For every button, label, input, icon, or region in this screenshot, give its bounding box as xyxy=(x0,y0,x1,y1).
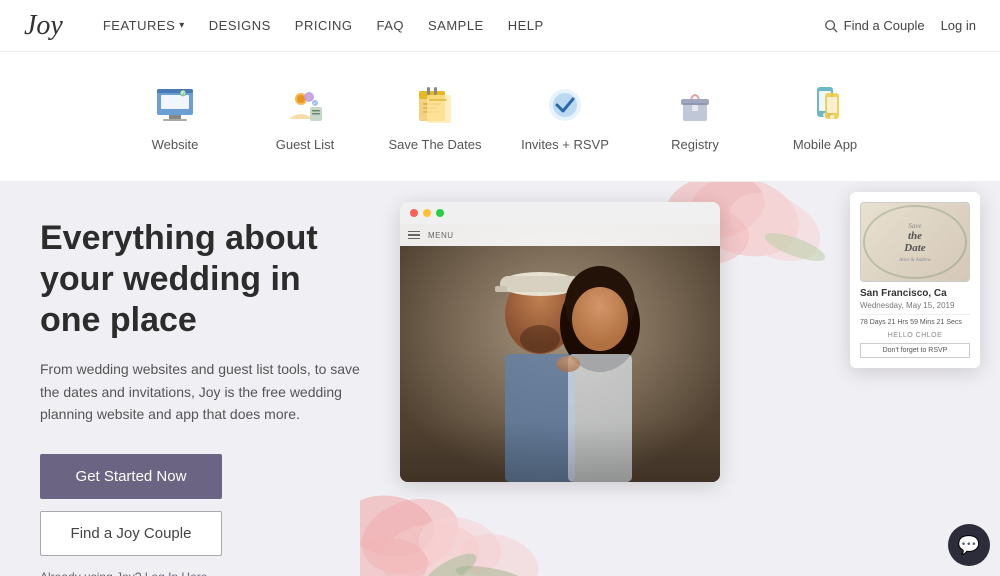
registry-icon xyxy=(671,81,719,129)
svg-text:✓: ✓ xyxy=(313,101,317,107)
feature-bar: ✓ Website ✓ Guest List xyxy=(0,52,1000,182)
find-couple-button[interactable]: Find a Couple xyxy=(824,18,925,33)
nav-sample[interactable]: SAMPLE xyxy=(428,18,484,33)
mobile-app-icon xyxy=(801,81,849,129)
nav-pricing[interactable]: PRICING xyxy=(295,18,353,33)
feature-guest-list-label: Guest List xyxy=(276,137,335,152)
search-icon xyxy=(824,19,838,33)
already-using-text: Already using Joy? Log In Here xyxy=(40,570,360,576)
nav-right: Find a Couple Log in xyxy=(824,18,976,33)
feature-invites-rsvp[interactable]: Invites + RSVP xyxy=(500,81,630,152)
mobile-rsvp-button[interactable]: Don't forget to RSVP xyxy=(860,343,970,358)
browser-top-bar xyxy=(400,202,720,224)
browser-minimize-dot xyxy=(423,209,431,217)
nav-features[interactable]: FEATURES ▾ xyxy=(103,18,185,33)
feature-save-dates-label: Save The Dates xyxy=(389,137,482,152)
nav-help[interactable]: HELP xyxy=(508,18,544,33)
log-in-here-link[interactable]: Log In Here xyxy=(145,570,208,576)
guest-list-icon: ✓ xyxy=(281,81,329,129)
logo[interactable]: Joy xyxy=(24,10,63,42)
hero-description: From wedding websites and guest list too… xyxy=(40,358,360,425)
mobile-save-date-card: Save the Date Alice & Andrew San Francis… xyxy=(850,192,980,368)
feature-invites-rsvp-label: Invites + RSVP xyxy=(521,137,609,152)
login-button[interactable]: Log in xyxy=(941,18,976,33)
invites-rsvp-icon xyxy=(541,81,589,129)
browser-close-dot xyxy=(410,209,418,217)
feature-save-dates[interactable]: Save The Dates xyxy=(370,81,500,152)
chevron-down-icon: ▾ xyxy=(179,20,185,31)
save-dates-icon xyxy=(411,81,459,129)
feature-registry[interactable]: Registry xyxy=(630,81,760,152)
nav-designs[interactable]: DESIGNS xyxy=(209,18,271,33)
browser-expand-dot xyxy=(436,209,444,217)
mobile-countdown: 78 Days 21 Hrs 59 Mins 21 Secs xyxy=(860,314,970,326)
save-date-card-image: Save the Date Alice & Andrew xyxy=(860,202,970,282)
chat-bubble-button[interactable]: 💬 xyxy=(948,524,990,566)
hero-section: Everything about your wedding in one pla… xyxy=(0,182,1000,576)
mobile-city: San Francisco, Ca xyxy=(860,288,970,299)
website-icon: ✓ xyxy=(151,81,199,129)
mobile-date: Wednesday, May 15, 2019 xyxy=(860,301,970,310)
feature-website-label: Website xyxy=(152,137,199,152)
hero-title: Everything about your wedding in one pla… xyxy=(40,218,360,340)
get-started-button[interactable]: Get Started Now xyxy=(40,454,222,499)
feature-website[interactable]: ✓ Website xyxy=(110,81,240,152)
wreath-decoration xyxy=(863,205,967,279)
mobile-hello-label: HELLO CHLOE xyxy=(860,332,970,339)
flowers-bottom-left xyxy=(360,416,570,576)
feature-registry-label: Registry xyxy=(671,137,719,152)
nav-faq[interactable]: FAQ xyxy=(376,18,404,33)
feature-mobile-app[interactable]: Mobile App xyxy=(760,81,890,152)
nav-links: FEATURES ▾ DESIGNS PRICING FAQ SAMPLE HE… xyxy=(103,18,824,33)
feature-mobile-app-label: Mobile App xyxy=(793,137,857,152)
hero-text: Everything about your wedding in one pla… xyxy=(0,182,400,576)
browser-menu-label: MENU xyxy=(428,231,454,240)
browser-menu-bar: MENU xyxy=(400,224,720,246)
hero-visuals: MENU xyxy=(360,182,1000,576)
chat-icon: 💬 xyxy=(958,535,980,556)
feature-guest-list[interactable]: ✓ Guest List xyxy=(240,81,370,152)
find-joy-couple-button[interactable]: Find a Joy Couple xyxy=(40,511,222,556)
hamburger-menu-icon[interactable] xyxy=(408,231,420,240)
navbar: Joy FEATURES ▾ DESIGNS PRICING FAQ SAMPL… xyxy=(0,0,1000,52)
